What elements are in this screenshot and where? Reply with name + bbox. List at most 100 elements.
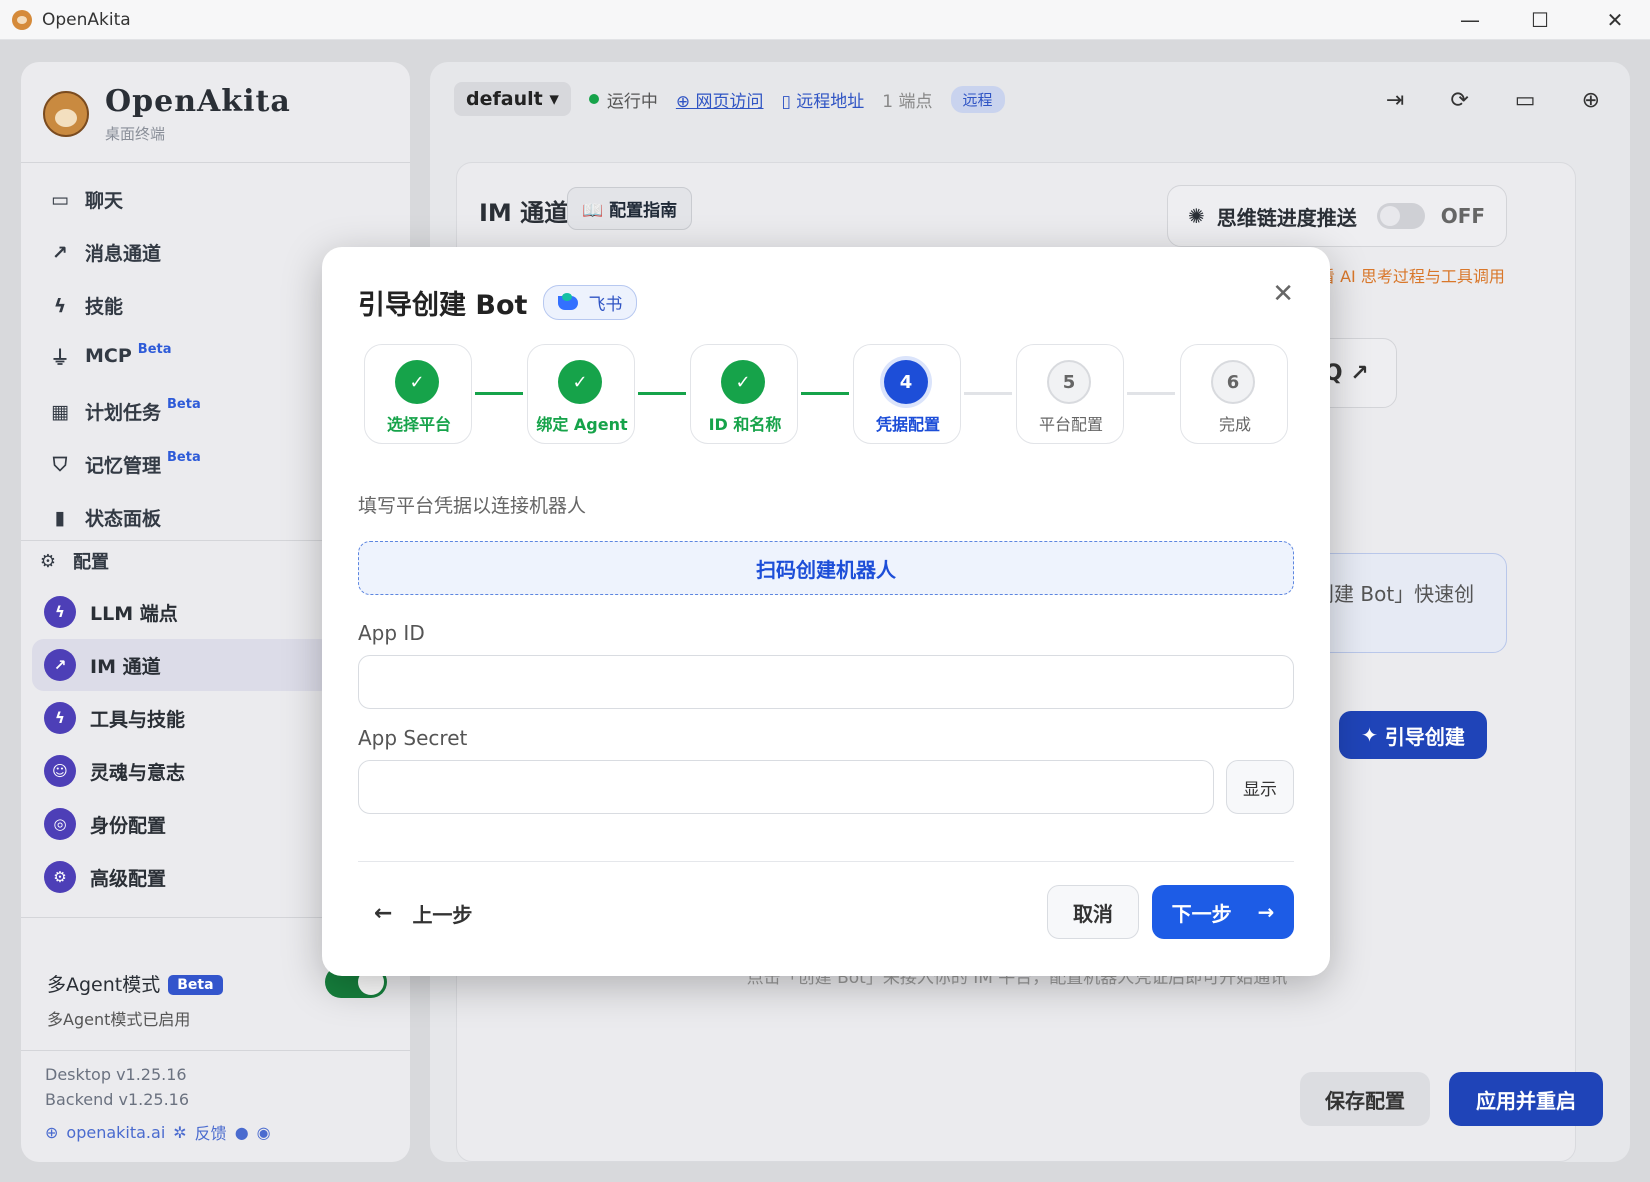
guided-create-bot-dialog: 引导创建 Bot 飞书 ✕ ✓ 选择平台 ✓ 绑定 Agent ✓ ID 和名称 4凭… bbox=[322, 247, 1330, 976]
prev-step-button[interactable]: ← 上一步 bbox=[374, 899, 472, 928]
endpoint-count: 1 端点 bbox=[882, 91, 933, 112]
config-item-identity[interactable]: ◎ 身份配置 bbox=[32, 798, 332, 850]
feishu-icon bbox=[558, 292, 579, 310]
footer-links: ⊕ openakita.ai ✲ 反馈 ● ◉ bbox=[45, 1120, 271, 1144]
bolt-icon: ϟ bbox=[53, 294, 67, 317]
step-connector bbox=[475, 392, 523, 395]
thought-push-toggle[interactable] bbox=[1376, 203, 1425, 229]
arrow-left-icon: ← bbox=[374, 901, 393, 926]
backend-version: Backend v1.25.16 bbox=[45, 1090, 190, 1109]
nav-item-status[interactable]: ▮ 状态面板 bbox=[49, 504, 161, 531]
robot-icon: ☺ bbox=[44, 755, 76, 787]
step-5: 5 平台配置 bbox=[1016, 344, 1124, 444]
dialog-title: 引导创建 Bot 飞书 bbox=[358, 283, 638, 322]
check-icon: ✓ bbox=[558, 360, 602, 404]
desktop-version: Desktop v1.25.16 bbox=[45, 1065, 187, 1084]
minimize-icon[interactable]: — bbox=[1435, 0, 1505, 40]
sparkle-icon: ✦ bbox=[1361, 723, 1378, 747]
bar-chart-icon: ▮ bbox=[54, 506, 66, 529]
config-item-tools[interactable]: ϟ 工具与技能 bbox=[32, 692, 332, 744]
beta-badge: Beta bbox=[168, 975, 223, 995]
nav-item-memory[interactable]: ⛉ 记忆管理 Beta bbox=[49, 450, 201, 478]
github-icon[interactable]: ● bbox=[235, 1123, 249, 1142]
calendar-icon: ▦ bbox=[51, 400, 69, 423]
apply-restart-button[interactable]: 应用并重启 bbox=[1449, 1072, 1603, 1126]
app-secret-label: App Secret bbox=[358, 726, 468, 750]
brain-icon: ✺ bbox=[1188, 204, 1205, 228]
thought-push-label: 思维链进度推送 bbox=[1216, 205, 1357, 230]
config-item-soul[interactable]: ☺ 灵魂与意志 bbox=[32, 745, 332, 797]
thought-push-panel: ✺ 思维链进度推送 OFF bbox=[1167, 185, 1507, 247]
close-icon[interactable]: ✕ bbox=[1272, 279, 1294, 309]
bolt-icon: ϟ bbox=[44, 702, 76, 734]
divider bbox=[358, 861, 1294, 862]
remote-address-link[interactable]: ▯ 远程地址 bbox=[782, 87, 865, 112]
top-bar: default ▾ 运行中 ⊕ 网页访问 ▯ 远程地址 1 端点 远程 bbox=[454, 82, 1005, 116]
app-id-label: App ID bbox=[358, 621, 425, 645]
config-item-llm[interactable]: ϟ LLM 端点 bbox=[32, 586, 332, 638]
step-3: ✓ ID 和名称 bbox=[690, 344, 798, 444]
web-access-link[interactable]: ⊕ 网页访问 bbox=[676, 87, 764, 112]
app-logo-icon bbox=[12, 9, 32, 30]
beta-badge: Beta bbox=[167, 397, 201, 412]
arrow-right-icon: → bbox=[1257, 900, 1275, 924]
brand-subtitle: 桌面终端 bbox=[105, 125, 166, 143]
share-icon: ↗ bbox=[44, 649, 76, 681]
feedback-link[interactable]: 反馈 bbox=[195, 1120, 227, 1144]
beta-badge: Beta bbox=[167, 450, 201, 465]
step-connector bbox=[638, 392, 686, 395]
extra-link-icon[interactable]: ◉ bbox=[257, 1123, 271, 1142]
step-connector bbox=[1127, 392, 1175, 395]
share-icon: ↗ bbox=[52, 241, 68, 264]
im-title: IM 通道 bbox=[479, 199, 569, 227]
bolt-icon: ϟ bbox=[44, 596, 76, 628]
config-item-advanced[interactable]: ⚙ 高级配置 bbox=[32, 851, 332, 903]
step-2: ✓ 绑定 Agent bbox=[527, 344, 635, 444]
app-secret-input[interactable] bbox=[358, 760, 1214, 814]
config-guide-button[interactable]: 📖 配置指南 bbox=[567, 187, 693, 230]
workspace-select[interactable]: default ▾ bbox=[454, 82, 571, 116]
top-actions: ⇥ ⟳ ▭ ⊕ bbox=[1386, 88, 1600, 113]
step-connector bbox=[801, 392, 849, 395]
platform-badge: 飞书 bbox=[543, 285, 638, 320]
guide-create-button[interactable]: ✦ 引导创建 bbox=[1339, 711, 1487, 759]
nav-item-channels[interactable]: ↗ 消息通道 bbox=[49, 239, 161, 266]
cancel-button[interactable]: 取消 bbox=[1047, 885, 1139, 939]
close-window-icon[interactable]: ✕ bbox=[1580, 0, 1650, 40]
step-connector bbox=[964, 392, 1012, 395]
akita-logo-icon bbox=[43, 91, 89, 137]
plug-icon: ⏚ bbox=[50, 346, 70, 369]
run-status: 运行中 bbox=[588, 87, 658, 112]
nav-item-chat[interactable]: ▭ 聊天 bbox=[49, 186, 123, 213]
website-link[interactable]: openakita.ai bbox=[66, 1123, 165, 1142]
gear-icon: ⚙ bbox=[39, 550, 57, 572]
scan-create-button[interactable]: 扫码创建机器人 bbox=[358, 541, 1294, 595]
app-id-input[interactable] bbox=[358, 655, 1294, 709]
remote-badge: 远程 bbox=[950, 85, 1005, 113]
config-item-im[interactable]: ↗ IM 通道 bbox=[32, 639, 332, 691]
brand: OpenAkita 桌面终端 bbox=[43, 84, 291, 144]
window-title: OpenAkita bbox=[42, 9, 131, 30]
step-6: 6 完成 bbox=[1180, 344, 1288, 444]
status-dot bbox=[588, 94, 599, 104]
language-icon[interactable]: ⊕ bbox=[1582, 88, 1600, 113]
save-config-button[interactable]: 保存配置 bbox=[1300, 1072, 1430, 1126]
thought-push-state: OFF bbox=[1440, 204, 1486, 228]
external-link-icon: ↗ bbox=[1350, 360, 1369, 386]
monitor-icon[interactable]: ▭ bbox=[1515, 88, 1536, 113]
nav-item-scheduled-tasks[interactable]: ▦ 计划任务 Beta bbox=[49, 397, 201, 425]
globe-icon: ⊕ bbox=[45, 1122, 59, 1142]
chat-icon: ▭ bbox=[51, 188, 69, 211]
gear-icon: ⚙ bbox=[44, 861, 76, 893]
check-icon: ✓ bbox=[721, 360, 765, 404]
show-secret-button[interactable]: 显示 bbox=[1226, 760, 1294, 814]
beta-badge: Beta bbox=[137, 341, 172, 357]
logout-icon[interactable]: ⇥ bbox=[1386, 88, 1404, 113]
step-1: ✓ 选择平台 bbox=[364, 344, 472, 444]
nav-item-skills[interactable]: ϟ 技能 bbox=[49, 292, 123, 319]
maximize-icon[interactable]: ☐ bbox=[1505, 0, 1575, 40]
refresh-icon[interactable]: ⟳ bbox=[1450, 88, 1468, 113]
nav-item-mcp[interactable]: ⏚ MCP Beta bbox=[49, 341, 172, 369]
shield-icon: ⛉ bbox=[52, 453, 68, 476]
next-step-button[interactable]: 下一步 → bbox=[1152, 885, 1294, 939]
